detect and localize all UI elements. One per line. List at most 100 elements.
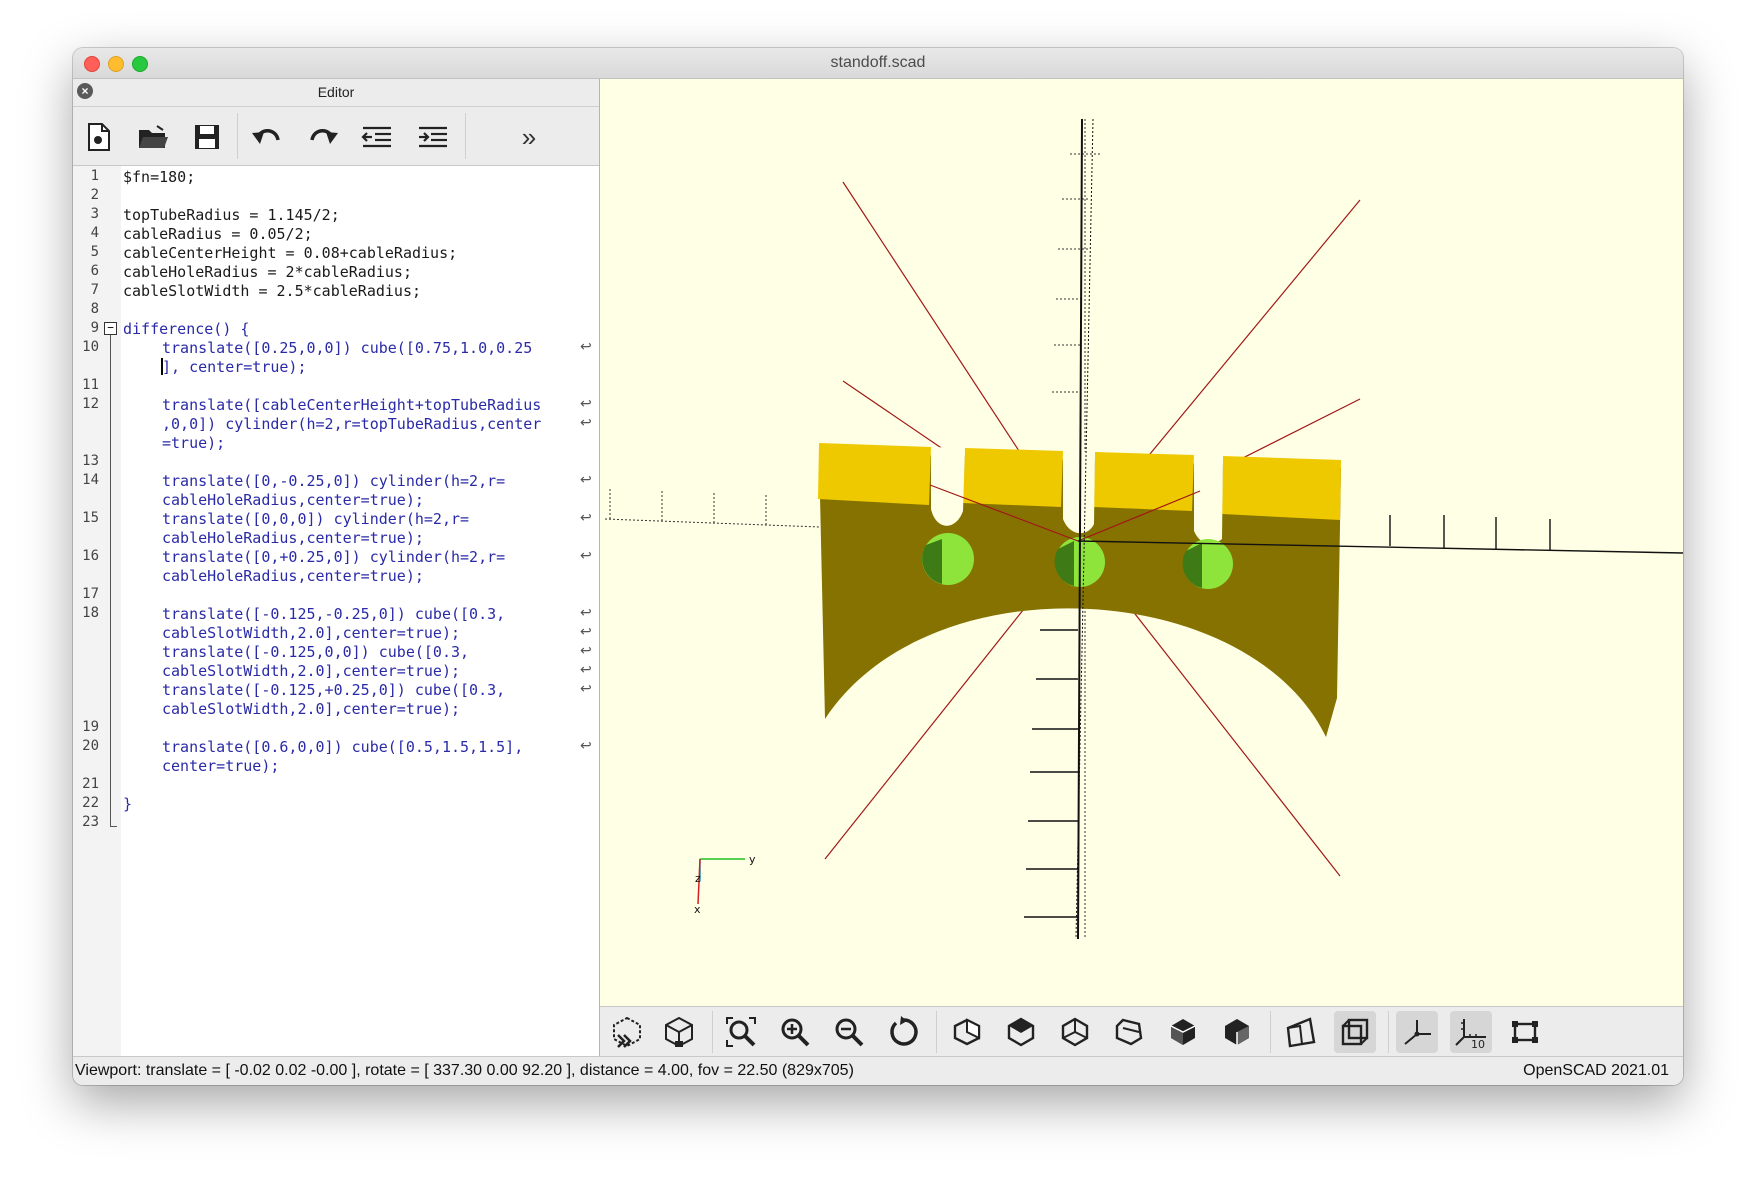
view-back-icon[interactable] [1216,1011,1258,1053]
code-line: topTubeRadius = 1.145/2; [123,206,340,224]
axis-label-x: x [694,903,701,916]
line-number: 13 [82,453,99,469]
code-line: translate([-0.125,0,0]) cube([0.3, [162,643,470,661]
code-line: cableHoleRadius,center=true); [162,529,424,547]
code-editor[interactable]: 1 2 3 4 5 6 7 8 9 10 11 12 13 14 15 16 1… [73,166,599,1056]
line-number: 14 [82,472,99,488]
wrap-arrow-icon: ↩ [580,339,592,355]
line-number: 4 [90,225,99,241]
code-line: translate([0,-0.25,0]) cylinder(h=2,r= [162,472,506,490]
view-right-icon[interactable] [946,1011,988,1053]
status-bar: Viewport: translate = [ -0.02 0.02 -0.00… [73,1056,1683,1085]
save-icon[interactable] [187,117,227,157]
line-number: 20 [82,738,99,754]
code-line: translate([cableCenterHeight+topTubeRadi… [162,396,542,414]
code-line: translate([0,0,0]) cylinder(h=2,r= [162,510,470,528]
line-number: 19 [82,719,99,735]
wrap-arrow-icon: ↩ [580,662,592,678]
code-line: translate([-0.125,+0.25,0]) cube([0.3, [162,681,506,699]
scale-markers-icon[interactable]: 10 [1450,1011,1492,1053]
text-cursor [161,358,163,375]
line-number: 12 [82,396,99,412]
code-line: cableSlotWidth,2.0],center=true); [162,662,461,680]
wrap-arrow-icon: ↩ [580,548,592,564]
code-line: cableHoleRadius,center=true); [162,491,424,509]
code-line: ,0,0]) cylinder(h=2,r=topTubeRadius,cent… [162,415,542,433]
editor-toolbar: » [73,106,599,166]
axes-icon[interactable] [1396,1011,1438,1053]
code-line: $fn=180; [123,168,196,186]
line-number: 11 [82,377,99,393]
code-line: } [123,795,133,813]
indent-icon[interactable] [413,117,453,157]
app-version: OpenSCAD 2021.01 [1523,1062,1669,1079]
code-line: cableSlotWidth,2.0],center=true); [162,624,461,642]
edges-icon[interactable] [1504,1011,1546,1053]
line-number: 23 [82,814,99,830]
new-file-icon[interactable] [79,117,119,157]
line-number: 6 [90,263,99,279]
orthogonal-icon[interactable] [1334,1011,1376,1053]
line-number: 1 [90,168,99,184]
wrap-arrow-icon: ↩ [580,605,592,621]
line-number: 16 [82,548,99,564]
code-line: cableSlotWidth,2.0],center=true); [162,700,461,718]
code-line: cableHoleRadius,center=true); [162,567,424,585]
folder-icon[interactable] [133,117,173,157]
view-front-icon[interactable] [1162,1011,1204,1053]
axis-label-z: z [695,872,701,885]
editor-title: Editor [317,84,355,100]
svg-text:10: 10 [1471,1038,1485,1049]
wrap-arrow-icon: ↩ [580,396,592,412]
fold-toggle-icon[interactable]: − [104,322,117,335]
line-number: 7 [90,282,99,298]
code-line: translate([0.25,0,0]) cube([0.75,1.0,0.2… [162,339,533,357]
code-line: translate([-0.125,-0.25,0]) cube([0.3, [162,605,506,623]
view-top-icon[interactable] [1000,1011,1042,1053]
code-line: translate([0,+0.25,0]) cylinder(h=2,r= [162,548,506,566]
view-left-icon[interactable] [1108,1011,1150,1053]
axis-label-y: y [749,853,756,866]
line-number: 8 [90,301,99,317]
title-bar: standoff.scad [73,48,1683,79]
wrap-arrow-icon: ↩ [580,415,592,431]
line-number-gutter: 1 2 3 4 5 6 7 8 9 10 11 12 13 14 15 16 1… [73,166,121,1056]
wrap-arrow-icon: ↩ [580,738,592,754]
editor-panel: × Editor » 1 2 3 4 5 6 7 8 9 10 11 12 13… [73,79,600,1056]
code-line: difference() { [123,320,250,338]
axis-gizmo [697,858,745,905]
line-number: 22 [82,795,99,811]
app-window: standoff.scad × Editor » 1 2 3 4 5 6 7 8… [73,48,1683,1085]
unindent-icon[interactable] [357,117,397,157]
line-number: 18 [82,605,99,621]
code-line: cableHoleRadius = 2*cableRadius; [123,263,412,281]
perspective-icon[interactable] [1280,1011,1322,1053]
undo-icon[interactable] [247,117,287,157]
line-number: 5 [90,244,99,260]
line-number: 3 [90,206,99,222]
code-line: center=true); [162,757,280,775]
wrap-arrow-icon: ↩ [580,643,592,659]
wrap-arrow-icon: ↩ [580,510,592,526]
viewport-info: Viewport: translate = [ -0.02 0.02 -0.00… [75,1062,854,1079]
zoom-out-icon[interactable] [828,1011,870,1053]
scene-render: y z x [604,118,1683,940]
overflow-chevron-icon[interactable]: » [509,117,549,157]
preview-icon[interactable] [606,1011,648,1053]
view-all-icon[interactable] [720,1011,762,1053]
3d-viewport[interactable]: y z x 10 [600,79,1683,1057]
redo-icon[interactable] [303,117,343,157]
wrap-arrow-icon: ↩ [580,681,592,697]
code-line: cableSlotWidth = 2.5*cableRadius; [123,282,422,300]
line-number: 9 [90,320,99,336]
reset-view-icon[interactable] [882,1011,924,1053]
render-icon[interactable] [658,1011,700,1053]
code-line: =true); [162,434,226,452]
line-number: 15 [82,510,99,526]
code-line: cableRadius = 0.05/2; [123,225,313,243]
view-bottom-icon[interactable] [1054,1011,1096,1053]
wrap-arrow-icon: ↩ [580,472,592,488]
editor-header: × Editor [73,79,599,105]
line-number: 21 [82,776,99,792]
zoom-in-icon[interactable] [774,1011,816,1053]
